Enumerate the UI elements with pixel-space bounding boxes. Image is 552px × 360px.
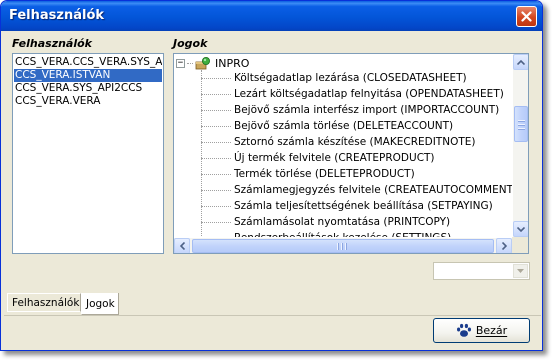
tree-item-label: Számlamegjegyzés felvitele (CREATEAUTOCO… bbox=[234, 184, 524, 196]
tree-item-label: Bejövő számla interfész import (IMPORTAC… bbox=[234, 104, 500, 116]
tree-item[interactable]: Új termék felvitele (CREATEPRODUCT) bbox=[201, 150, 435, 166]
vertical-scroll-thumb[interactable] bbox=[514, 106, 528, 142]
tree-item[interactable]: Költségadatlap lezárása (CLOSEDATASHEET) bbox=[201, 70, 467, 86]
scroll-left-button[interactable] bbox=[174, 238, 190, 253]
tree-root-label: INPRO bbox=[215, 56, 250, 70]
close-button-label: Bezár bbox=[475, 324, 508, 337]
tree-item-label: Költségadatlap lezárása (CLOSEDATASHEET) bbox=[234, 72, 467, 84]
package-icon bbox=[195, 56, 211, 70]
close-icon bbox=[521, 11, 532, 22]
title-bar[interactable]: Felhasználók bbox=[1, 1, 542, 31]
tree-connector bbox=[201, 93, 231, 95]
tree-item-label: Számlamásolat nyomtatása (PRINTCOPY) bbox=[234, 216, 451, 228]
tree-connector bbox=[201, 173, 231, 175]
window-title: Felhasználók bbox=[9, 8, 105, 23]
horizontal-scrollbar[interactable] bbox=[174, 237, 512, 253]
tab-label: Felhasználók bbox=[12, 296, 80, 309]
user-list-item[interactable]: CCS_VERA.VERA bbox=[14, 95, 162, 108]
tree-item-label: Termék törlése (DELETEPRODUCT) bbox=[234, 168, 415, 180]
tree-item-label: Számla teljesítettségének beállítása (SE… bbox=[234, 200, 493, 212]
tree-connector bbox=[201, 189, 231, 191]
tree-item[interactable]: Számla teljesítettségének beállítása (SE… bbox=[201, 198, 493, 214]
tree-connector bbox=[201, 77, 231, 79]
user-list-item[interactable]: CCS_VERA.SYS_API2CCS bbox=[14, 82, 162, 95]
tree-item-label: Sztornó számla készítése (MAKECREDITNOTE… bbox=[234, 136, 476, 148]
tree-item[interactable]: Termék törlése (DELETEPRODUCT) bbox=[201, 166, 415, 182]
tree-item[interactable]: Lezárt költségadatlap felnyitása (OPENDA… bbox=[201, 86, 504, 102]
arrow-right-icon bbox=[501, 242, 507, 250]
tab-rights[interactable]: Jogok bbox=[81, 293, 119, 315]
filter-combobox[interactable] bbox=[433, 262, 530, 280]
tab-label: Jogok bbox=[86, 297, 115, 310]
tree-connector bbox=[187, 62, 193, 64]
users-window: Felhasználók Felhasználók CCS_VERA.CCS_V… bbox=[0, 0, 543, 351]
rights-panel-label: Jogok bbox=[173, 37, 208, 50]
combobox-dropdown-button[interactable] bbox=[513, 264, 528, 278]
arrow-down-icon bbox=[517, 226, 525, 232]
tree-expander[interactable]: − bbox=[176, 58, 185, 68]
users-list[interactable]: CCS_VERA.CCS_VERA.SYS_API2 CCS_VERA.ISTV… bbox=[12, 53, 164, 254]
tree-connector bbox=[201, 157, 231, 159]
grip bbox=[518, 124, 525, 126]
tree-root-node[interactable]: − INPRO bbox=[176, 56, 249, 70]
vertical-scrollbar[interactable] bbox=[512, 54, 528, 237]
grip bbox=[337, 243, 339, 250]
grip bbox=[518, 128, 525, 130]
scroll-down-button[interactable] bbox=[513, 221, 528, 237]
window-close-button[interactable] bbox=[516, 6, 537, 27]
grip bbox=[518, 120, 525, 122]
close-button[interactable]: Bezár bbox=[433, 318, 530, 343]
tree-item-label: Lezárt költségadatlap felnyitása (OPENDA… bbox=[234, 88, 504, 100]
user-list-item[interactable]: CCS_VERA.CCS_VERA.SYS_API2 bbox=[14, 56, 162, 69]
tree-connector bbox=[201, 109, 231, 111]
horizontal-scroll-thumb[interactable] bbox=[192, 239, 494, 253]
tab-users[interactable]: Felhasználók bbox=[7, 293, 81, 312]
tree-connector bbox=[201, 205, 231, 207]
tab-strip: Felhasználók Jogok bbox=[4, 293, 541, 315]
chevron-down-icon bbox=[517, 269, 524, 273]
user-list-item-selected[interactable]: CCS_VERA.ISTVAN bbox=[14, 69, 162, 82]
rights-tree[interactable]: − INPRO Költségadatlap lezárása (CLOSEDA… bbox=[173, 53, 529, 254]
tree-connector bbox=[201, 221, 231, 223]
scroll-up-button[interactable] bbox=[513, 54, 528, 70]
users-panel-label: Felhasználók bbox=[12, 37, 92, 50]
tree-item[interactable]: Számlamegjegyzés felvitele (CREATEAUTOCO… bbox=[201, 182, 524, 198]
tree-item[interactable]: Bejövő számla törlése (DELETEACCOUNT) bbox=[201, 118, 453, 134]
button-bar: Bezár bbox=[4, 315, 541, 349]
tree-item[interactable]: Bejövő számla interfész import (IMPORTAC… bbox=[201, 102, 499, 118]
grip bbox=[345, 243, 347, 250]
grip bbox=[341, 243, 343, 250]
window-body: Felhasználók CCS_VERA.CCS_VERA.SYS_API2 … bbox=[4, 31, 541, 349]
arrow-up-icon bbox=[517, 59, 525, 65]
tree-item-label: Bejövő számla törlése (DELETEACCOUNT) bbox=[234, 120, 454, 132]
tree-item[interactable]: Sztornó számla készítése (MAKECREDITNOTE… bbox=[201, 134, 476, 150]
tree-connector bbox=[201, 125, 231, 127]
tree-item-label: Új termék felvitele (CREATEPRODUCT) bbox=[234, 152, 435, 164]
arrow-left-icon bbox=[179, 242, 185, 250]
tree-connector bbox=[201, 141, 231, 143]
scroll-corner bbox=[512, 237, 528, 253]
paw-icon bbox=[456, 323, 471, 337]
scroll-right-button[interactable] bbox=[496, 238, 512, 253]
tree-item[interactable]: Számlamásolat nyomtatása (PRINTCOPY) bbox=[201, 214, 450, 230]
